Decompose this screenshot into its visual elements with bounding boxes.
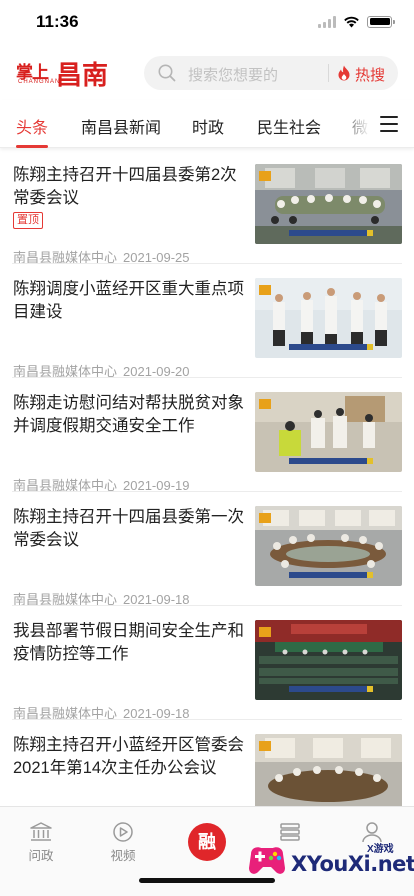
flame-icon[interactable]: [337, 65, 351, 81]
tab-video-label: 视频: [110, 849, 136, 863]
news-title: 陈翔调度小蓝经开区重大重点项目建设: [13, 280, 244, 321]
news-item[interactable]: 陈翔走访慰问结对帮扶脱贫对象并调度假期交通安全工作 南昌县融媒体中心 2021-0…: [0, 378, 414, 493]
news-thumbnail: [255, 164, 402, 244]
news-title: 陈翔主持召开小蓝经开区管委会2021年第14次主任办公会议: [13, 736, 244, 777]
logo-english-text: CHANGNAN: [18, 79, 61, 85]
tab-politics[interactable]: 时政: [192, 114, 224, 138]
news-thumbnail: [255, 278, 402, 358]
home-indicator: [139, 878, 275, 883]
tab-wenzheng-label: 问政: [28, 849, 54, 863]
wifi-icon: [344, 16, 359, 28]
status-icons: [318, 15, 395, 28]
app-logo: 掌上 昌南 CHANGNAN: [16, 56, 114, 91]
news-item[interactable]: 陈翔主持召开十四届县委第一次常委会议 南昌县融媒体中心 2021-09-18: [0, 492, 414, 607]
watermark-gamepad-icon: [249, 847, 285, 874]
tab-headlines[interactable]: 头条: [16, 114, 48, 138]
news-item[interactable]: 陈翔主持召开十四届县委第2次常委会议 置顶 南昌县融媒体中心 2021-09-25: [0, 150, 414, 265]
tab-livelihood[interactable]: 民生社会: [257, 114, 321, 138]
news-title: 陈翔主持召开十四届县委第一次常委会议: [13, 508, 244, 549]
status-bar: 11:36: [0, 0, 414, 44]
tab-county-news[interactable]: 南昌县新闻: [81, 114, 161, 138]
news-item[interactable]: 我县部署节假日期间安全生产和疫情防控等工作 南昌县融媒体中心 2021-09-18: [0, 606, 414, 721]
cellular-signal-icon: [318, 15, 336, 28]
news-thumbnail: [255, 506, 402, 586]
status-time: 11:36: [36, 12, 79, 31]
logo-big-text: 昌南: [56, 61, 109, 91]
tabs-fade: [336, 100, 370, 147]
header: 掌上 昌南 CHANGNAN 搜索您想要的 热搜: [0, 52, 414, 96]
news-item[interactable]: 陈翔调度小蓝经开区重大重点项目建设 南昌县融媒体中心 2021-09-20: [0, 264, 414, 379]
category-tabs: 头条 南昌县新闻 时政 民生社会 微: [0, 100, 414, 148]
news-title: 陈翔走访慰问结对帮扶脱贫对象并调度假期交通安全工作: [13, 394, 244, 435]
news-title: 陈翔主持召开十四届县委第2次常委会议: [13, 166, 237, 207]
tab-video[interactable]: 视频: [93, 821, 153, 864]
search-icon: [158, 64, 176, 82]
news-thumbnail: [255, 620, 402, 700]
government-building-icon: [30, 822, 52, 841]
pinned-badge: 置顶: [13, 212, 43, 229]
search-input[interactable]: 搜索您想要的 热搜: [144, 56, 398, 90]
news-thumbnail: [255, 392, 402, 472]
tab-wenzheng[interactable]: 问政: [11, 821, 71, 864]
active-tab-indicator: [16, 145, 48, 148]
battery-icon: [367, 15, 395, 28]
search-divider: [328, 64, 329, 82]
news-thumbnail: [255, 734, 402, 814]
news-title: 我县部署节假日期间安全生产和疫情防控等工作: [13, 622, 244, 663]
search-placeholder: 搜索您想要的: [188, 67, 279, 84]
news-list: 陈翔主持召开十四届县委第2次常委会议 置顶 南昌县融媒体中心 2021-09-25: [0, 150, 414, 834]
menu-icon[interactable]: [380, 116, 398, 132]
hot-search-button[interactable]: 热搜: [355, 64, 385, 85]
play-circle-icon: [113, 822, 133, 842]
rong-center-button[interactable]: 融: [188, 823, 226, 861]
watermark-text: XYouXi.net: [291, 852, 414, 876]
